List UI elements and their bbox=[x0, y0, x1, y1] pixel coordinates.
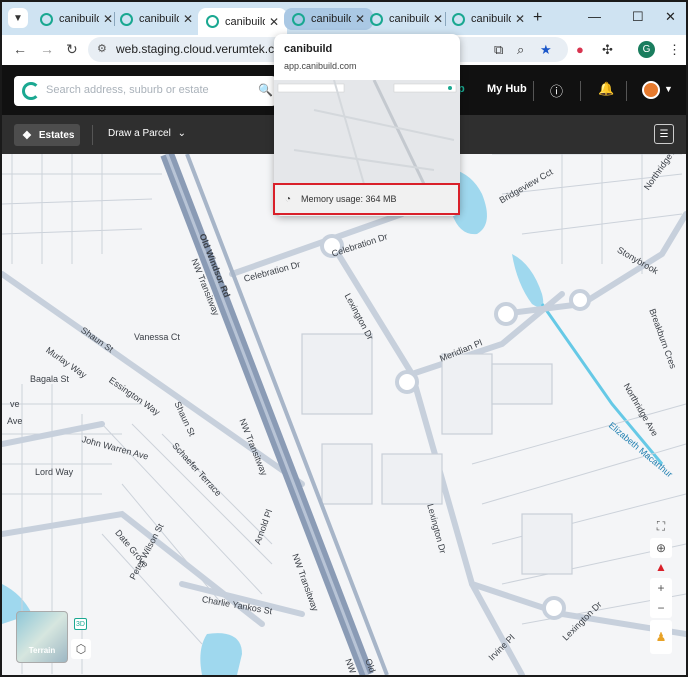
extension-icon[interactable]: ● bbox=[576, 42, 584, 57]
close-icon[interactable]: ✕ bbox=[433, 12, 443, 26]
profile-avatar[interactable]: G bbox=[638, 41, 655, 58]
menu-kebab-icon[interactable]: ⋮ bbox=[668, 42, 681, 58]
new-tab-button[interactable]: + bbox=[533, 9, 542, 27]
estates-button[interactable]: ❖ Estates bbox=[14, 124, 80, 146]
tab-2[interactable]: canibuild ✕ bbox=[120, 8, 193, 30]
canibuild-logo-icon bbox=[22, 82, 40, 100]
site-settings-icon[interactable]: ⚙ bbox=[97, 42, 107, 55]
cube-icon[interactable]: ⬡ bbox=[71, 639, 91, 659]
chevron-down-icon: ⌄ bbox=[177, 128, 186, 139]
close-window-button[interactable]: ✕ bbox=[665, 9, 676, 25]
estates-icon: ❖ bbox=[22, 129, 32, 142]
zoom-out-button[interactable]: − bbox=[650, 598, 672, 618]
tab-strip: ▼ canibuild ✕ canibuild ✕ canibuild ✕ ca… bbox=[2, 2, 686, 35]
bookmark-star-icon[interactable]: ★ bbox=[540, 42, 552, 58]
close-icon[interactable]: ✕ bbox=[183, 12, 193, 26]
tab-4-hovered[interactable]: canibuild ✕ bbox=[284, 8, 374, 30]
tab-1[interactable]: canibuild ✕ bbox=[40, 8, 113, 30]
extensions-puzzle-icon[interactable]: ✣ bbox=[602, 42, 613, 58]
my-hub-link[interactable]: My Hub bbox=[487, 83, 527, 95]
notification-bell-icon[interactable]: 🔔 bbox=[598, 81, 614, 97]
close-icon[interactable]: ✕ bbox=[515, 12, 525, 26]
legend-icon[interactable]: ☰ bbox=[654, 124, 674, 144]
browser-window: ▼ canibuild ✕ canibuild ✕ canibuild ✕ ca… bbox=[0, 0, 688, 677]
install-app-icon[interactable]: ⧉ bbox=[494, 42, 503, 58]
tab-5[interactable]: canibuild ✕ bbox=[370, 8, 443, 30]
close-icon[interactable]: ✕ bbox=[269, 15, 279, 29]
search-icon[interactable]: 🔍 bbox=[258, 83, 273, 97]
chevron-down-icon[interactable]: ▼ bbox=[664, 84, 673, 94]
canibuild-icon bbox=[206, 15, 219, 28]
3d-toggle[interactable]: 3D bbox=[74, 618, 87, 630]
canibuild-icon bbox=[452, 12, 465, 26]
creek bbox=[540, 303, 664, 465]
tab-6[interactable]: canibuild ✕ bbox=[452, 8, 525, 30]
canibuild-icon bbox=[120, 12, 133, 26]
canibuild-icon bbox=[370, 12, 383, 26]
maximize-button[interactable]: ☐ bbox=[632, 9, 644, 25]
close-icon[interactable]: ✕ bbox=[103, 12, 113, 26]
minimize-button[interactable]: — bbox=[588, 9, 601, 24]
street-view-pegman-icon[interactable]: ♟ bbox=[650, 620, 672, 654]
tab-search-icon[interactable]: ▼ bbox=[8, 8, 28, 28]
terrain-toggle[interactable] bbox=[16, 611, 68, 663]
map-canvas[interactable]: Old Windsor Rd Celebration Dr Celebratio… bbox=[2, 154, 686, 675]
locate-icon[interactable]: ⊕ bbox=[650, 538, 672, 558]
close-icon[interactable]: ✕ bbox=[355, 12, 365, 26]
search-input[interactable]: Search address, suburb or estate 🔍 bbox=[14, 76, 276, 106]
canibuild-icon bbox=[40, 12, 53, 26]
highlight-box bbox=[273, 183, 460, 215]
reload-icon[interactable]: ↻ bbox=[66, 41, 78, 58]
compass-icon[interactable]: ▲ bbox=[650, 558, 672, 576]
map-svg bbox=[2, 154, 686, 675]
lake-east bbox=[512, 254, 544, 308]
canibuild-icon bbox=[292, 12, 305, 26]
zoom-in-button[interactable]: + bbox=[650, 578, 672, 598]
forward-icon[interactable]: → bbox=[40, 41, 54, 57]
pond-south bbox=[200, 633, 242, 675]
tab-3-active[interactable]: canibuild ✕ bbox=[198, 8, 288, 35]
fullscreen-icon[interactable]: ⛶ bbox=[650, 518, 672, 534]
user-avatar[interactable] bbox=[642, 81, 660, 99]
zoom-icon[interactable]: ⌕ bbox=[517, 42, 524, 58]
tab-preview-thumbnail bbox=[274, 79, 460, 185]
help-icon[interactable]: ⓘ bbox=[550, 81, 563, 100]
draw-parcel-dropdown[interactable]: Draw a Parcel ⌄ bbox=[108, 128, 186, 139]
back-icon[interactable]: ← bbox=[13, 41, 27, 57]
